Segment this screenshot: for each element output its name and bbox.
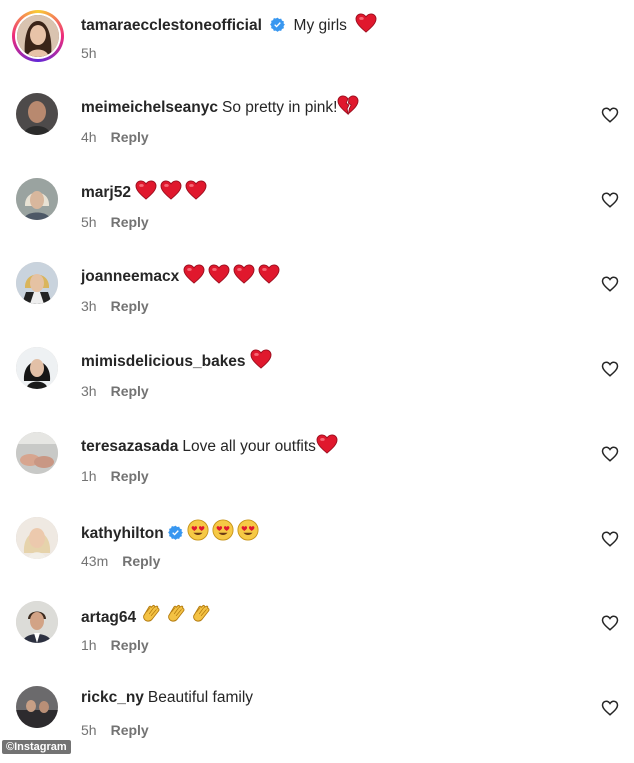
verified-badge-icon [270,17,286,38]
comment-timestamp: 3h [81,298,97,314]
reply-button[interactable]: Reply [111,129,149,145]
avatar[interactable] [16,517,58,559]
comment-text: Love all your outfits [182,438,316,455]
verified-badge-icon [167,525,183,546]
reply-button[interactable]: Reply [122,553,160,569]
red-heart-icon [135,180,210,206]
comment-username[interactable]: marj52 [81,184,131,201]
heart-eyes-icon [187,519,262,547]
comment-row: teresazasada Love all your outfits 1h Reply [0,424,634,509]
caption-username[interactable]: tamaraecclestoneofficial [81,17,262,34]
avatar[interactable] [16,686,58,728]
comment-username[interactable]: mimisdelicious_bakes [81,353,246,370]
comment-row: meimeichelseanyc So pretty in pink! 4h Repl… [0,85,634,170]
reply-button[interactable]: Reply [111,298,149,314]
comment-timestamp: 43m [81,553,109,569]
like-heart-icon[interactable] [601,530,619,548]
reply-button[interactable]: Reply [111,637,149,653]
like-heart-icon[interactable] [601,614,619,632]
comment-timestamp: 1h [81,468,97,484]
comment-username[interactable]: teresazasada [81,438,178,455]
comment-username[interactable]: meimeichelseanyc [81,99,218,116]
caption-row: tamaraecclestoneofficial My girls 5h [0,0,634,85]
like-heart-icon[interactable] [601,360,619,378]
comment-row: marj52 5h Reply [0,170,634,255]
red-heart-icon [355,13,377,33]
comment-row: joanneemacx 3h Reply [0,254,634,339]
comment-text: So pretty in pink! [222,99,338,116]
comment-timestamp: 5h [81,214,97,230]
caption-emoji [355,13,380,39]
comment-text: Beautiful family [147,689,254,706]
reply-button[interactable]: Reply [111,722,149,738]
comment-row: artag64 1h Reply [0,593,634,678]
comment-username[interactable]: artag64 [81,609,136,626]
comment-timestamp: 1h [81,637,97,653]
clapping-hands-icon [140,603,215,631]
like-heart-icon[interactable] [601,275,619,293]
comment-username[interactable]: rickc_ny [81,689,144,706]
caption-timestamp: 5h [81,45,97,61]
reply-button[interactable]: Reply [111,383,149,399]
comment-row: rickc_ny Beautiful family 5h Reply [0,678,634,763]
comment-timestamp: 5h [81,722,97,738]
like-heart-icon[interactable] [601,106,619,124]
like-heart-icon[interactable] [601,445,619,463]
avatar[interactable] [16,262,58,304]
avatar[interactable] [16,432,58,474]
red-heart-icon [316,434,341,460]
comment-row: mimisdelicious_bakes 3h Reply [0,339,634,424]
comment-timestamp: 4h [81,129,97,145]
comment-username[interactable]: joanneemacx [81,268,179,285]
caption-text: My girls [293,17,347,34]
broken-heart-icon [337,95,362,121]
avatar[interactable] [16,93,58,135]
story-ring[interactable] [12,10,64,62]
avatar[interactable] [17,15,59,57]
red-heart-icon [250,349,275,375]
like-heart-icon[interactable] [601,699,619,717]
like-heart-icon[interactable] [601,191,619,209]
comment-row: kathyhilton 43m Reply [0,509,634,594]
reply-button[interactable]: Reply [111,468,149,484]
avatar[interactable] [16,178,58,220]
comment-timestamp: 3h [81,383,97,399]
avatar[interactable] [16,347,58,389]
watermark: ©Instagram [2,740,71,754]
comment-username[interactable]: kathyhilton [81,525,164,542]
avatar[interactable] [16,601,58,643]
red-heart-icon [183,264,283,290]
reply-button[interactable]: Reply [111,214,149,230]
